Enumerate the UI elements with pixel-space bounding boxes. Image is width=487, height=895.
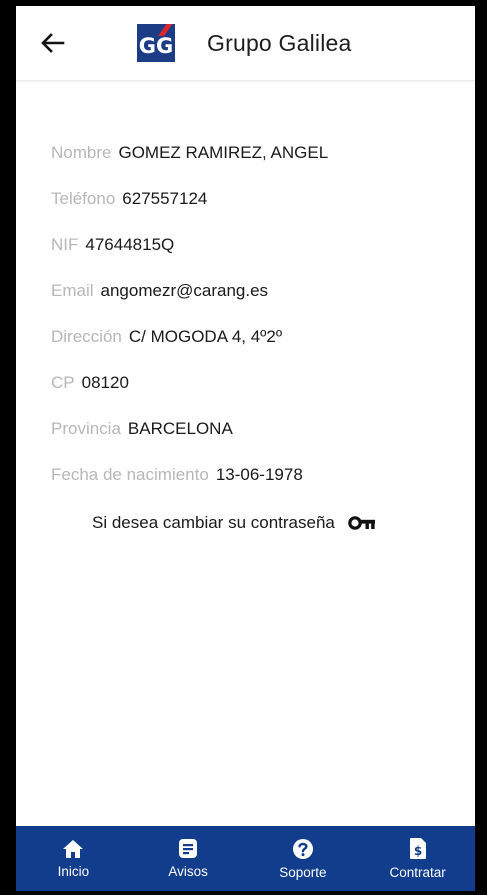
help-icon [292, 838, 313, 859]
profile-screen: GG Grupo Galilea Nombre GOMEZ RAMIREZ, A… [16, 6, 475, 891]
back-button[interactable] [38, 28, 68, 58]
device-frame: GG Grupo Galilea Nombre GOMEZ RAMIREZ, A… [0, 0, 487, 895]
field-label: Dirección [51, 327, 122, 346]
profile-details: Nombre GOMEZ RAMIREZ, ANGEL Teléfono 627… [51, 130, 455, 498]
nav-item-contratar[interactable]: $ Contratar [368, 837, 468, 880]
field-telefono: Teléfono 627557124 [51, 176, 455, 222]
nav-item-inicio[interactable]: Inicio [23, 839, 123, 879]
key-icon [348, 516, 376, 530]
field-value: 08120 [81, 373, 129, 392]
field-label: Nombre [51, 143, 112, 162]
field-value: angomezr@carang.es [100, 281, 269, 300]
field-cp: CP 08120 [51, 360, 455, 406]
field-provincia: Provincia BARCELONA [51, 406, 455, 452]
logo-text: GG [138, 34, 174, 58]
field-nombre: Nombre GOMEZ RAMIREZ, ANGEL [51, 130, 455, 176]
field-value: 627557124 [122, 189, 208, 208]
nav-label: Inicio [57, 863, 90, 879]
app-title: Grupo Galilea [207, 30, 352, 56]
field-nif: NIF 47644815Q [51, 222, 455, 268]
bottom-navigation: Inicio Avisos Soporte $ Contratar [16, 826, 475, 891]
notice-icon [179, 839, 198, 858]
field-email: Email angomezr@carang.es [51, 268, 455, 314]
nav-item-avisos[interactable]: Avisos [138, 838, 238, 879]
nav-label: Avisos [168, 864, 208, 879]
field-label: Email [51, 281, 94, 300]
change-password-label: Si desea cambiar su contraseña [92, 513, 335, 532]
field-label: Fecha de nacimiento [51, 465, 209, 484]
field-value: 13-06-1978 [215, 465, 303, 484]
nav-label: Contratar [389, 865, 446, 880]
arrow-left-icon [41, 33, 65, 53]
app-bar: GG Grupo Galilea [16, 6, 475, 81]
field-value: C/ MOGODA 4, 4º2º [128, 327, 283, 346]
change-password-link[interactable]: Si desea cambiar su contraseña [92, 513, 376, 533]
field-label: Teléfono [51, 189, 116, 208]
field-label: Provincia [51, 419, 121, 438]
field-direccion: Dirección C/ MOGODA 4, 4º2º [51, 314, 455, 360]
contract-icon: $ [409, 838, 426, 859]
field-value: 47644815Q [85, 235, 175, 254]
field-value: BARCELONA [127, 419, 233, 438]
field-value: GOMEZ RAMIREZ, ANGEL [118, 143, 329, 162]
brand-logo: GG [137, 24, 175, 62]
field-label: CP [51, 373, 75, 392]
nav-item-soporte[interactable]: Soporte [253, 838, 353, 880]
field-fecha-nacimiento: Fecha de nacimiento 13-06-1978 [51, 452, 455, 498]
home-icon [63, 839, 84, 858]
svg-text:$: $ [413, 844, 421, 858]
nav-label: Soporte [279, 864, 327, 880]
field-label: NIF [51, 235, 79, 254]
